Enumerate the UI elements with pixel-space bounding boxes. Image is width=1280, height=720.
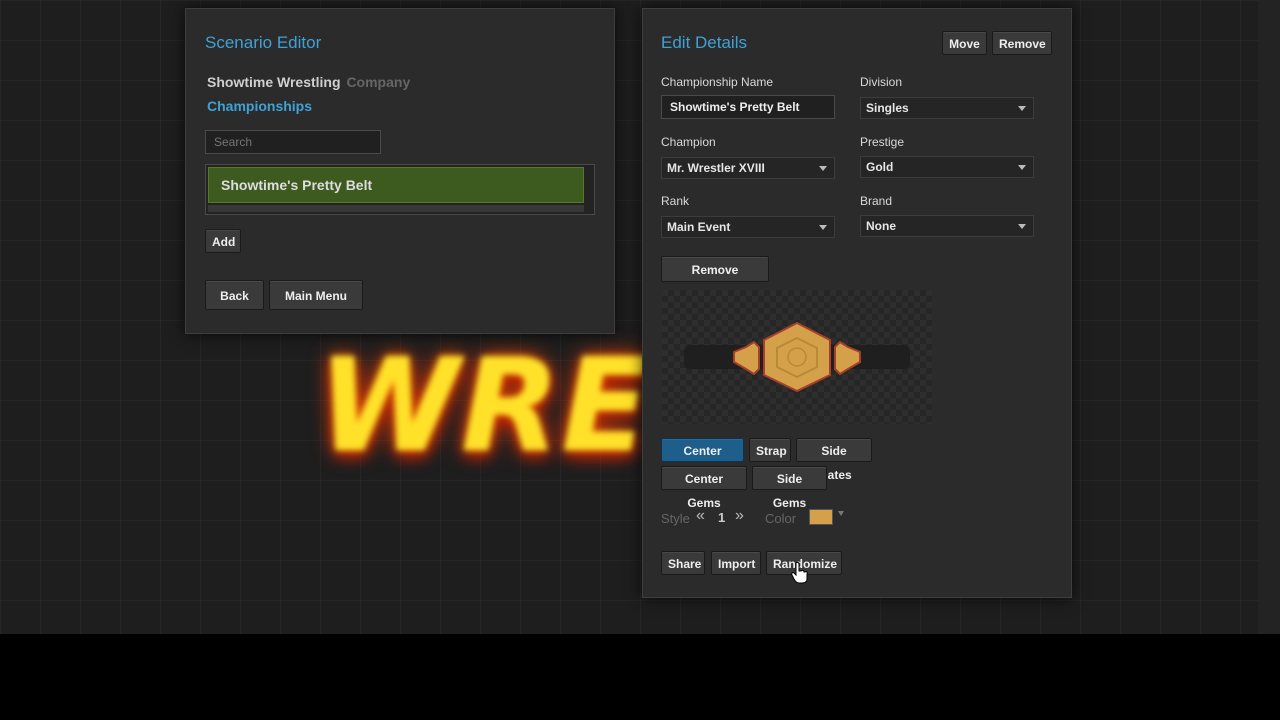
main-menu-button[interactable]: Main Menu: [269, 280, 363, 310]
tab-side-plates[interactable]: Side Plates: [796, 438, 872, 482]
remove-graphic-button[interactable]: Remove Graphic: [661, 256, 769, 303]
chevron-down-icon: [1018, 224, 1026, 229]
company-label: Company: [346, 74, 411, 90]
chevron-right-icon[interactable]: »: [735, 507, 744, 525]
hand-cursor-icon: [791, 562, 808, 584]
chevron-down-icon: [1018, 106, 1026, 111]
division-select[interactable]: Singles: [860, 97, 1034, 119]
championship-list: Showtime's Pretty Belt: [205, 164, 595, 215]
brand-label: Brand: [860, 194, 893, 208]
champion-value: Mr. Wrestler XVIII: [667, 161, 765, 175]
prestige-label: Prestige: [860, 135, 905, 149]
search-input[interactable]: [205, 130, 381, 154]
champion-label: Champion: [661, 135, 716, 149]
section-title: Championships: [207, 98, 313, 114]
scenario-editor-title: Scenario Editor: [205, 33, 322, 52]
remove-button[interactable]: Remove: [992, 31, 1052, 55]
chevron-left-icon[interactable]: «: [696, 507, 705, 525]
add-button[interactable]: Add: [205, 229, 241, 253]
division-label: Division: [860, 75, 903, 89]
rank-value: Main Event: [667, 220, 731, 234]
back-button[interactable]: Back: [205, 280, 264, 310]
color-label: Color: [765, 511, 797, 526]
championship-name-label: Championship Name: [661, 75, 774, 89]
rank-select[interactable]: Main Event: [661, 216, 835, 238]
right-edge-strip: [1258, 0, 1280, 634]
chevron-down-icon: [1018, 165, 1026, 170]
tab-strap[interactable]: Strap: [749, 438, 791, 462]
prestige-value: Gold: [866, 160, 894, 174]
share-button[interactable]: Share: [661, 551, 705, 575]
style-value: 1: [718, 510, 726, 525]
belt-graphic: [684, 321, 910, 393]
chevron-down-icon: [819, 225, 827, 230]
belt-preview[interactable]: [662, 290, 932, 424]
import-button[interactable]: Import: [711, 551, 761, 575]
tab-center-gems[interactable]: Center Gems: [661, 466, 747, 510]
division-value: Singles: [866, 101, 909, 115]
rank-label: Rank: [661, 194, 690, 208]
breadcrumb: Showtime Wrestling Company: [207, 74, 410, 90]
scenario-editor-panel: Scenario Editor Showtime Wrestling Compa…: [185, 8, 615, 334]
list-item[interactable]: Showtime's Pretty Belt: [208, 167, 584, 203]
editor-background: WRES Scenario Editor Showtime Wrestling …: [0, 0, 1280, 634]
champion-select[interactable]: Mr. Wrestler XVIII: [661, 157, 835, 179]
tab-side-gems[interactable]: Side Gems: [752, 466, 827, 510]
chevron-down-icon: [819, 166, 827, 171]
edit-details-panel: Edit Details Move Remove Championship Na…: [642, 8, 1072, 598]
color-swatch[interactable]: [809, 509, 833, 525]
list-scrollbar[interactable]: [208, 205, 584, 212]
edit-details-title: Edit Details: [661, 33, 747, 52]
style-label: Style: [661, 511, 690, 526]
move-button[interactable]: Move: [942, 31, 987, 55]
center-plate: [763, 321, 831, 393]
tab-center-plate[interactable]: Center Plate: [661, 438, 744, 482]
letterbox-bar: [0, 634, 1280, 720]
company-name[interactable]: Showtime Wrestling: [207, 74, 341, 90]
chevron-down-icon[interactable]: [838, 511, 844, 516]
brand-value: None: [866, 219, 896, 233]
prestige-select[interactable]: Gold: [860, 156, 1034, 178]
brand-select[interactable]: None: [860, 215, 1034, 237]
championship-name-field[interactable]: Showtime's Pretty Belt: [661, 95, 835, 119]
